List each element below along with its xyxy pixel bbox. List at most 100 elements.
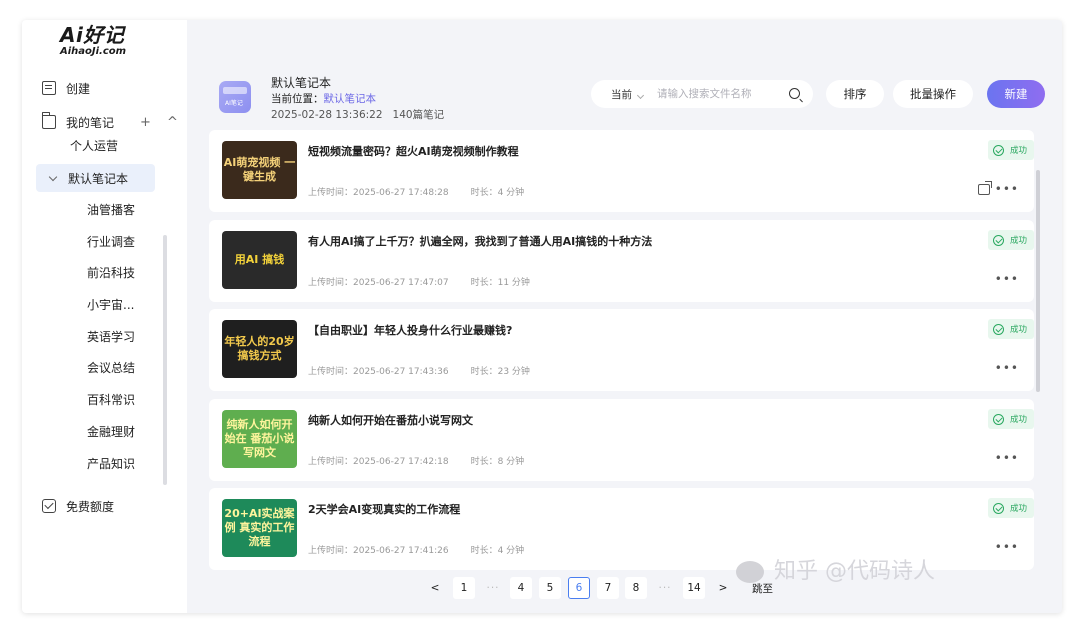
more-icon[interactable]: ••• (995, 540, 1019, 554)
sub-notebook[interactable]: 行业调查 (87, 232, 135, 252)
status-badge: 成功 (988, 498, 1034, 518)
page-button[interactable]: 1 (453, 577, 475, 599)
note-card[interactable]: 纯新人如何开始在 番茄小说写网文 纯新人如何开始在番茄小说写网文 上传时间：20… (209, 399, 1034, 481)
thumbnail-caption: 用AI 搞钱 (234, 253, 285, 266)
check-circle-icon (993, 413, 1004, 425)
sidebar-scrollbar[interactable] (163, 235, 167, 485)
nav-free-quota[interactable]: 免费额度 (42, 496, 114, 516)
search-input[interactable] (657, 88, 777, 100)
page-ellipsis[interactable]: ··· (482, 577, 504, 599)
search-scope-select[interactable]: 当前 (611, 87, 645, 102)
list-scrollbar[interactable] (1036, 170, 1040, 392)
check-circle-icon (993, 323, 1004, 335)
note-list: AI萌宠视频 一键生成 短视频流量密码？超火AI萌宠视频制作教程 上传时间：20… (209, 130, 1034, 570)
more-icon[interactable]: ••• (995, 182, 1019, 196)
notebook-title: 默认笔记本 (271, 76, 332, 90)
logo-domain: AihaoJi.com (60, 46, 127, 57)
batch-operation-button[interactable]: 批量操作 (893, 80, 973, 108)
share-icon[interactable] (978, 181, 992, 195)
upload-time: 上传时间：2025-06-27 17:43:36 (308, 367, 449, 377)
duration: 时长：4 分钟 (470, 188, 525, 198)
upload-time: 上传时间：2025-06-27 17:48:28 (308, 188, 449, 198)
chevron-down-icon (636, 91, 645, 99)
sidebar: Ai好记 AihaoJi.com 创建 我的笔记 + ^ 个人运营 默认笔记本 … (22, 20, 187, 613)
search-scope-label: 当前 (611, 88, 632, 101)
thumbnail-caption: AI萌宠视频 一键生成 (223, 156, 296, 183)
upload-time: 上传时间：2025-06-27 17:42:18 (308, 457, 449, 467)
breadcrumb-link[interactable]: 默认笔记本 (324, 93, 377, 105)
sub-notebook[interactable]: 产品知识 (87, 454, 135, 474)
nav-my-notes[interactable]: 我的笔记 (41, 112, 115, 132)
page-button-active[interactable]: 6 (568, 577, 590, 599)
note-card[interactable]: 年轻人的20岁 搞钱方式 【自由职业】年轻人投身什么行业最赚钱? 上传时间：20… (209, 309, 1034, 391)
note-card[interactable]: 用AI 搞钱 有人用AI搞了上千万？扒遍全网，我找到了普通人用AI搞钱的十种方法… (209, 220, 1034, 302)
note-meta: 上传时间：2025-06-27 17:43:36 时长：23 分钟 (308, 364, 530, 377)
app-window: Ai好记 AihaoJi.com 创建 我的笔记 + ^ 个人运营 默认笔记本 … (22, 20, 1062, 613)
notebook-default-label: 默认笔记本 (68, 171, 129, 186)
my-notes-actions[interactable]: + ^ (140, 115, 184, 130)
search-icon[interactable] (789, 88, 800, 99)
new-button[interactable]: 新建 (987, 80, 1045, 108)
chevron-down-icon (48, 172, 58, 181)
sub-notebook[interactable]: 会议总结 (87, 358, 135, 378)
note-title[interactable]: 【自由职业】年轻人投身什么行业最赚钱? (308, 322, 512, 338)
note-thumbnail: 用AI 搞钱 (222, 231, 297, 289)
quota-icon (42, 499, 56, 513)
sort-button[interactable]: 排序 (826, 80, 884, 108)
note-meta: 上传时间：2025-06-27 17:48:28 时长：4 分钟 (308, 185, 524, 198)
nav-create-label: 创建 (66, 81, 91, 96)
nav-create[interactable]: 创建 (42, 78, 90, 98)
notebook-header: 默认笔记本 当前位置：默认笔记本 2025-02-28 13:36:22140篇… (187, 20, 1062, 130)
app-logo[interactable]: Ai好记 AihaoJi.com (60, 24, 150, 60)
note-title[interactable]: 短视频流量密码？超火AI萌宠视频制作教程 (308, 143, 519, 159)
note-thumbnail: AI萌宠视频 一键生成 (222, 141, 297, 199)
check-circle-icon (993, 502, 1004, 514)
upload-time: 上传时间：2025-06-27 17:47:07 (308, 278, 449, 288)
watermark: 知乎 @代码诗人 (736, 553, 935, 585)
sub-notebook[interactable]: 小宇宙... (87, 295, 134, 315)
notebook-personal-ops[interactable]: 个人运营 (70, 136, 118, 156)
sub-notebook[interactable]: 前沿科技 (87, 263, 135, 283)
status-text: 成功 (1010, 325, 1028, 335)
status-badge: 成功 (988, 230, 1034, 250)
thumbnail-caption: 年轻人的20岁 搞钱方式 (224, 335, 295, 362)
next-page-button[interactable]: > (712, 577, 734, 599)
nav-my-notes-label: 我的笔记 (66, 115, 115, 130)
prev-page-button[interactable]: < (424, 577, 446, 599)
note-title[interactable]: 有人用AI搞了上千万？扒遍全网，我找到了普通人用AI搞钱的十种方法 (308, 233, 652, 249)
notebook-default[interactable]: 默认笔记本 (36, 164, 155, 192)
notebook-count: 140篇笔记 (392, 109, 445, 121)
note-card[interactable]: AI萌宠视频 一键生成 短视频流量密码？超火AI萌宠视频制作教程 上传时间：20… (209, 130, 1034, 212)
status-text: 成功 (1010, 504, 1028, 514)
zhihu-logo-icon (736, 561, 764, 583)
page-button[interactable]: 14 (683, 577, 705, 599)
more-icon[interactable]: ••• (995, 451, 1019, 465)
note-thumbnail: 20+AI实战案例 真实的工作流程 (222, 499, 297, 557)
page-button[interactable]: 7 (597, 577, 619, 599)
note-title[interactable]: 纯新人如何开始在番茄小说写网文 (308, 412, 473, 428)
note-thumbnail: 年轻人的20岁 搞钱方式 (222, 320, 297, 378)
note-thumbnail: 纯新人如何开始在 番茄小说写网文 (222, 410, 297, 468)
page-button[interactable]: 5 (539, 577, 561, 599)
page-button[interactable]: 4 (510, 577, 532, 599)
sub-notebook[interactable]: 英语学习 (87, 327, 135, 347)
search-bar: 当前 (591, 80, 813, 108)
page-button[interactable]: 8 (625, 577, 647, 599)
notebook-icon (219, 81, 251, 113)
watermark-text: 知乎 @代码诗人 (774, 559, 935, 584)
sub-notebook[interactable]: 百科常识 (87, 390, 135, 410)
status-badge: 成功 (988, 319, 1034, 339)
status-text: 成功 (1010, 415, 1028, 425)
more-icon[interactable]: ••• (995, 361, 1019, 375)
more-icon[interactable]: ••• (995, 272, 1019, 286)
thumbnail-caption: 20+AI实战案例 真实的工作流程 (224, 507, 295, 548)
note-meta: 上传时间：2025-06-27 17:41:26 时长：4 分钟 (308, 543, 524, 556)
page-ellipsis[interactable]: ··· (654, 577, 676, 599)
duration: 时长：4 分钟 (470, 546, 525, 556)
sub-notebook[interactable]: 金融理财 (87, 422, 135, 442)
folder-icon (41, 112, 56, 129)
duration: 时长：11 分钟 (470, 278, 530, 288)
sub-notebook[interactable]: 油管播客 (87, 200, 135, 220)
status-badge: 成功 (988, 409, 1034, 429)
note-title[interactable]: 2天学会AI变现真实的工作流程 (308, 501, 460, 517)
